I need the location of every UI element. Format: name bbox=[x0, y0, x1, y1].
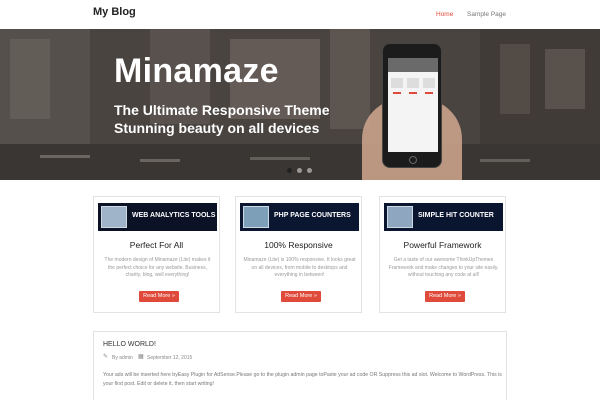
feature-box-3: SIMPLE HIT COUNTER Powerful Framework Ge… bbox=[379, 196, 506, 313]
pencil-icon: ✎ bbox=[103, 354, 109, 360]
phone-screen bbox=[388, 58, 438, 152]
feature-banner[interactable]: SIMPLE HIT COUNTER bbox=[384, 203, 503, 231]
feature-text: The modern design of Minamaze (Lite) mak… bbox=[104, 257, 211, 278]
slider-dot-2[interactable] bbox=[297, 168, 302, 173]
hero-subtitle-line2: Stunning beauty on all devices bbox=[114, 120, 320, 136]
site-title[interactable]: My Blog bbox=[93, 6, 136, 18]
post-date[interactable]: September 12, 2015 bbox=[147, 355, 192, 361]
read-more-button[interactable]: Read More » bbox=[425, 291, 465, 302]
feature-banner[interactable]: WEB ANALYTICS TOOLS bbox=[98, 203, 217, 231]
phone-screen-button bbox=[393, 92, 401, 94]
feature-title[interactable]: 100% Responsive bbox=[236, 240, 361, 250]
phone-screen-button bbox=[425, 92, 433, 94]
feature-text: Minamaze (Lite) is 100% responsive. It l… bbox=[243, 257, 356, 278]
hero-subtitle-line1: The Ultimate Responsive Theme bbox=[114, 102, 330, 118]
feature-title[interactable]: Powerful Framework bbox=[380, 240, 505, 250]
read-more-button[interactable]: Read More » bbox=[139, 291, 179, 302]
phone-home-button bbox=[409, 156, 417, 164]
hero-title: Minamaze bbox=[114, 52, 279, 90]
feature-banner-text: SIMPLE HIT COUNTER bbox=[418, 212, 494, 219]
post-author[interactable]: By admin bbox=[112, 355, 133, 361]
feature-title[interactable]: Perfect For All bbox=[94, 240, 219, 250]
slider-dot-1[interactable] bbox=[287, 168, 292, 173]
phone-screen-box bbox=[407, 78, 419, 88]
post-excerpt: Your ads will be inserted here byEasy Pl… bbox=[103, 372, 502, 387]
phone-screen-button bbox=[409, 92, 417, 94]
feature-banner-text: PHP PAGE COUNTERS bbox=[274, 212, 351, 219]
phone-screen-box bbox=[391, 78, 403, 88]
counter-icon bbox=[387, 206, 413, 228]
read-more-button[interactable]: Read More » bbox=[281, 291, 321, 302]
keyboard-icon bbox=[243, 206, 269, 228]
feature-text: Get a taste of our awesome ThinkUpThemes… bbox=[388, 257, 499, 278]
feature-banner[interactable]: PHP PAGE COUNTERS bbox=[240, 203, 359, 231]
calendar-icon: ▦ bbox=[138, 354, 144, 360]
feature-box-2: PHP PAGE COUNTERS 100% Responsive Minama… bbox=[235, 196, 362, 313]
nav-item-sample-page[interactable]: Sample Page bbox=[467, 11, 506, 18]
analytics-logo-icon bbox=[101, 206, 127, 228]
phone-screen-box bbox=[423, 78, 435, 88]
phone-screen-header bbox=[388, 58, 438, 72]
feature-banner-text: WEB ANALYTICS TOOLS bbox=[132, 212, 216, 219]
site-header: My Blog Home Sample Page bbox=[0, 0, 600, 29]
blog-post: HELLO WORLD! ✎ By admin ▦ September 12, … bbox=[93, 331, 507, 400]
slider-dot-3[interactable] bbox=[307, 168, 312, 173]
feature-box-1: WEB ANALYTICS TOOLS Perfect For All The … bbox=[93, 196, 220, 313]
post-title[interactable]: HELLO WORLD! bbox=[103, 341, 156, 348]
nav-item-home[interactable]: Home bbox=[436, 11, 453, 18]
phone-image bbox=[382, 43, 442, 168]
hero-slider[interactable]: Minamaze The Ultimate Responsive Theme S… bbox=[0, 29, 600, 180]
